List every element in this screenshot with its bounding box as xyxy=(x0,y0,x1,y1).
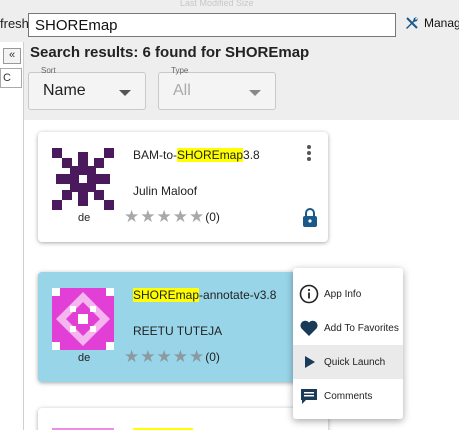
chevron-down-icon xyxy=(119,90,131,96)
menu-item-label: App Info xyxy=(324,288,362,300)
refresh-button[interactable]: fresh xyxy=(0,16,29,31)
play-icon xyxy=(305,356,315,368)
app-thumbnail xyxy=(52,148,114,210)
star-icon[interactable]: ★ xyxy=(140,208,155,225)
rating-count: (0) xyxy=(205,209,220,224)
sort-select[interactable]: Sort Name xyxy=(28,66,146,110)
column-headers: Last Modified Size xyxy=(180,0,254,6)
lock-icon xyxy=(303,208,317,227)
star-icon[interactable]: ★ xyxy=(124,348,139,365)
rating[interactable]: ★ ★ ★ ★ ★ (0) xyxy=(124,208,220,225)
star-icon[interactable]: ★ xyxy=(124,208,139,225)
star-icon[interactable]: ★ xyxy=(173,348,188,365)
app-name[interactable]: BAM-to-SHOREmap3.8 xyxy=(133,148,260,162)
info-icon xyxy=(299,284,319,304)
menu-item-add-to-favorites[interactable]: Add To Favorites xyxy=(293,311,403,345)
search-input[interactable] xyxy=(28,13,396,37)
app-author: REETU TUTEJA xyxy=(133,324,223,338)
search-match: SHOREmap xyxy=(133,288,200,302)
menu-item-quick-launch[interactable]: Quick Launch xyxy=(293,345,403,379)
results-title: Search results: 6 found for SHOREmap xyxy=(30,44,310,61)
star-icon[interactable]: ★ xyxy=(189,348,204,365)
left-panel xyxy=(0,42,24,430)
sort-value: Name xyxy=(43,82,86,99)
menu-item-app-info[interactable]: App Info xyxy=(293,277,403,311)
menu-item-label: Add To Favorites xyxy=(324,322,399,334)
type-select[interactable]: Type All xyxy=(158,66,276,110)
rating-count: (0) xyxy=(205,349,220,364)
app-card[interactable]: de BAM-to-SHOREmap3.8 Julin Maloof ★ ★ ★… xyxy=(38,132,328,242)
app-context-menu: App Info Add To Favorites Quick Launch C… xyxy=(293,268,403,419)
left-tab[interactable]: C xyxy=(0,68,22,88)
star-icon[interactable]: ★ xyxy=(157,348,172,365)
sort-label: Sort xyxy=(41,66,56,75)
menu-item-label: Comments xyxy=(324,390,373,402)
search-match: SHOREmap xyxy=(177,148,244,162)
heart-icon xyxy=(300,320,318,336)
star-icon[interactable]: ★ xyxy=(157,208,172,225)
star-icon[interactable]: ★ xyxy=(173,208,188,225)
chevron-down-icon xyxy=(249,90,261,96)
menu-item-comments[interactable]: Comments xyxy=(293,379,403,413)
app-author: Julin Maloof xyxy=(133,184,198,198)
manage-label: Manag xyxy=(424,16,459,30)
app-card[interactable] xyxy=(38,408,328,430)
owner-label: de xyxy=(78,352,91,364)
type-label: Type xyxy=(171,66,189,75)
type-value: All xyxy=(173,82,191,99)
collapse-button[interactable]: « xyxy=(3,48,21,64)
menu-item-label: Quick Launch xyxy=(324,356,386,368)
wrench-icon xyxy=(406,17,418,29)
star-icon[interactable]: ★ xyxy=(140,348,155,365)
app-name[interactable]: SHOREmap-annotate-v3.8 xyxy=(133,288,276,302)
star-icon[interactable]: ★ xyxy=(189,208,204,225)
manage-button[interactable]: Manag xyxy=(404,15,459,31)
app-thumbnail xyxy=(52,288,114,350)
app-card[interactable]: de SHOREmap-annotate-v3.8 REETU TUTEJA ★… xyxy=(38,272,328,382)
owner-label: de xyxy=(78,212,91,224)
more-options-icon[interactable] xyxy=(304,144,314,162)
rating[interactable]: ★ ★ ★ ★ ★ (0) xyxy=(124,348,220,365)
comments-icon xyxy=(301,389,317,404)
